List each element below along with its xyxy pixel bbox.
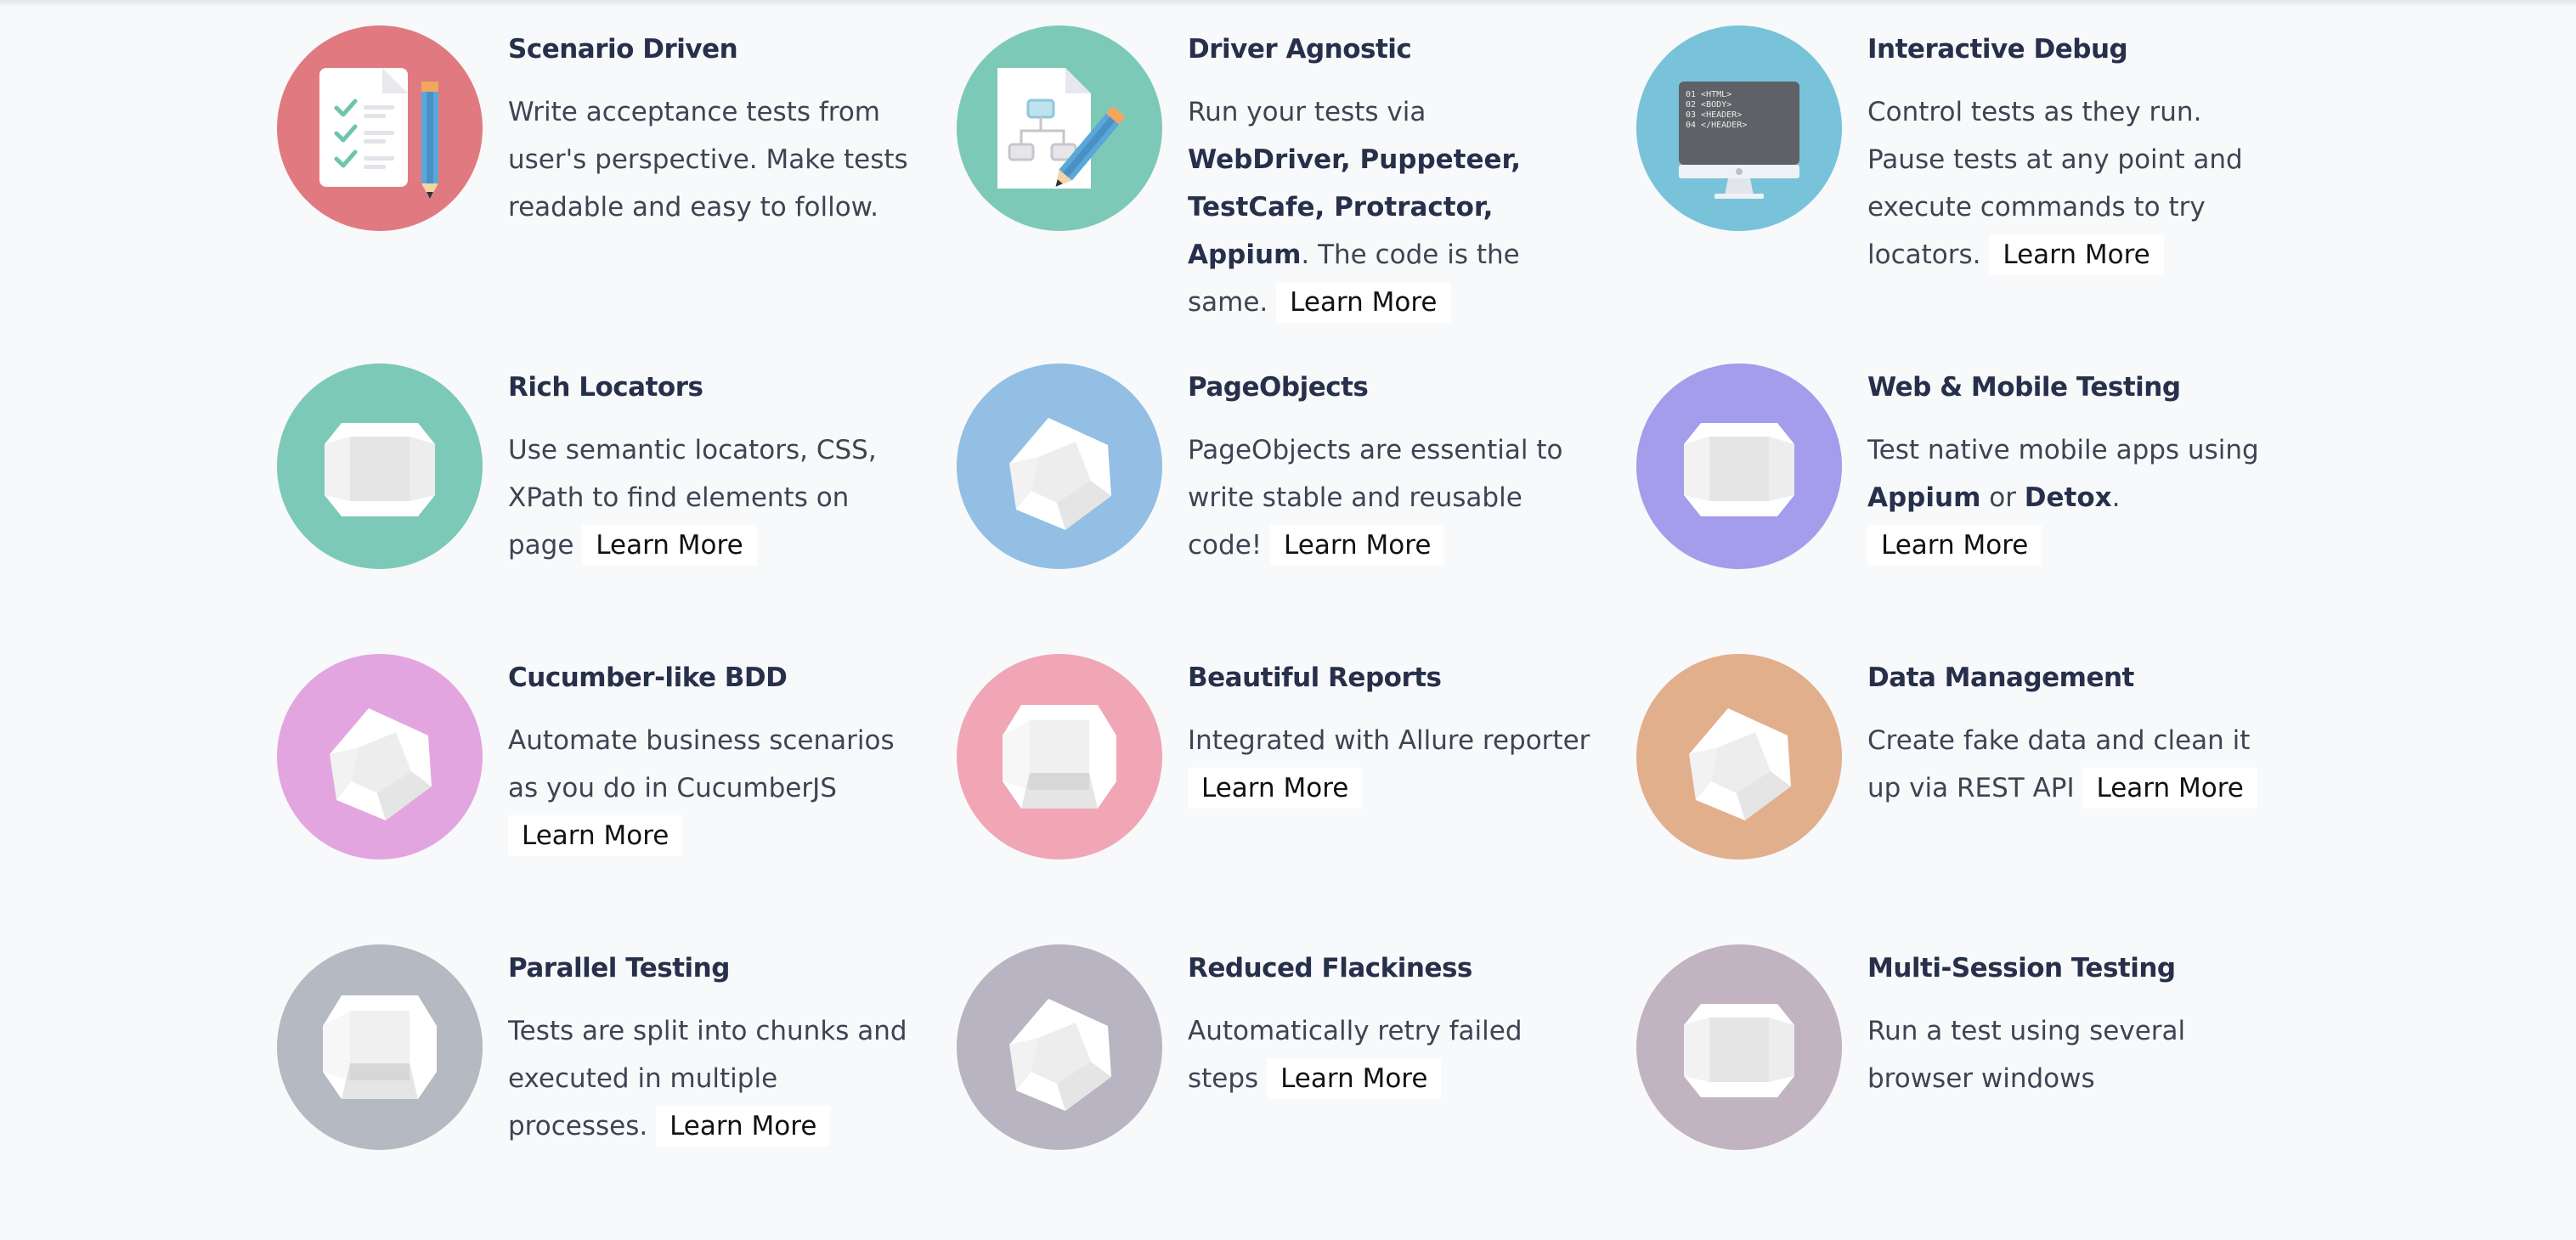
feature-icon-circle (957, 25, 1162, 231)
feature-title: PageObjects (1188, 372, 1369, 403)
feature-description-text: Run your tests via (1188, 97, 1426, 127)
feature-description-text: Integrated with Allure reporter (1188, 725, 1590, 756)
feature-description: Test native mobile apps using Appium or … (1867, 426, 2275, 569)
feature-description-text: Write acceptance tests from user's persp… (508, 97, 908, 223)
feature-description-text: . (2111, 482, 2121, 513)
feature-description: Integrated with Allure reporter Learn Mo… (1188, 717, 1596, 812)
feature-title: Reduced Flackiness (1188, 953, 1472, 984)
feature-description: Use semantic locators, CSS, XPath to fin… (508, 426, 916, 569)
feature-title: Rich Locators (508, 372, 703, 403)
learn-more-link[interactable]: Learn More (1188, 768, 1363, 809)
feature-description: Automate business scenarios as you do in… (508, 717, 916, 860)
feature-title: Multi-Session Testing (1867, 953, 2176, 984)
feature-title: Beautiful Reports (1188, 662, 1442, 693)
feature-title: Driver Agnostic (1188, 34, 1412, 65)
flat-gem-icon (323, 995, 437, 1099)
feature-icon-circle (277, 364, 483, 569)
feature-icon-circle (277, 25, 483, 231)
learn-more-link[interactable]: Learn More (1989, 234, 2164, 275)
feature-icon-circle (1636, 364, 1842, 569)
feature-description: Write acceptance tests from user's persp… (508, 88, 916, 231)
feature-description: Run your tests via WebDriver, Puppeteer,… (1188, 88, 1596, 326)
monitor-code-icon: 01 <HTML> 02 <BODY> 03 <HEADER> 04 </HEA… (1679, 82, 1799, 199)
feature-description: Automatically retry failed steps Learn M… (1188, 1007, 1596, 1102)
feature-title: Cucumber-like BDD (508, 662, 788, 693)
feature-description-emphasis: Appium (1867, 482, 1981, 513)
learn-more-link[interactable]: Learn More (1867, 525, 2042, 566)
feature-icon-circle (277, 654, 483, 860)
checklist-document-icon (319, 68, 438, 199)
hexagon-gem-icon (325, 423, 435, 516)
feature-icon-circle (1636, 654, 1842, 860)
feature-icon-circle (957, 944, 1162, 1150)
feature-title: Scenario Driven (508, 34, 738, 65)
feature-description-text: or (1980, 482, 2025, 513)
learn-more-link[interactable]: Learn More (2082, 768, 2257, 809)
hexagon-gem-icon (1684, 1004, 1794, 1097)
learn-more-link[interactable]: Learn More (582, 525, 757, 566)
tilted-gem-icon (1689, 708, 1791, 820)
feature-description-text: Run a test using several browser windows (1867, 1016, 2186, 1094)
tilted-gem-icon (1009, 418, 1111, 530)
svg-text:03 <HEADER>: 03 <HEADER> (1686, 110, 1742, 120)
feature-description: Run a test using several browser windows (1867, 1007, 2275, 1102)
feature-description-text: Automate business scenarios as you do in… (508, 725, 895, 803)
diagram-document-icon (997, 68, 1125, 189)
svg-text:01 <HTML>: 01 <HTML> (1686, 90, 1731, 99)
feature-description: PageObjects are essential to write stabl… (1188, 426, 1596, 569)
feature-title: Parallel Testing (508, 953, 730, 984)
tilted-gem-icon (1009, 999, 1111, 1111)
feature-description: Create fake data and clean it up via RES… (1867, 717, 2275, 812)
feature-description: Control tests as they run. Pause tests a… (1867, 88, 2275, 279)
feature-icon-circle (957, 654, 1162, 860)
svg-text:04 </HEADER>: 04 </HEADER> (1686, 121, 1747, 130)
feature-title: Data Management (1867, 662, 2134, 693)
tilted-gem-icon (330, 708, 432, 820)
feature-title: Interactive Debug (1867, 34, 2128, 65)
learn-more-link[interactable]: Learn More (1276, 282, 1451, 323)
feature-icon-circle (957, 364, 1162, 569)
learn-more-link[interactable]: Learn More (1267, 1058, 1442, 1099)
flat-gem-icon (1003, 705, 1116, 809)
feature-description-text: Test native mobile apps using (1867, 435, 2259, 465)
feature-icon-circle: 01 <HTML> 02 <BODY> 03 <HEADER> 04 </HEA… (1636, 25, 1842, 231)
learn-more-link[interactable]: Learn More (1270, 525, 1445, 566)
hexagon-gem-icon (1684, 423, 1794, 516)
learn-more-link[interactable]: Learn More (656, 1106, 831, 1147)
svg-text:02 <BODY>: 02 <BODY> (1686, 100, 1731, 110)
features-grid: Scenario Driven Write acceptance tests f… (0, 0, 2576, 1240)
feature-description: Tests are split into chunks and executed… (508, 1007, 916, 1150)
feature-title: Web & Mobile Testing (1867, 372, 2181, 403)
feature-icon-circle (277, 944, 483, 1150)
feature-icon-circle (1636, 944, 1842, 1150)
learn-more-link[interactable]: Learn More (508, 815, 683, 856)
feature-description-emphasis: Detox (2024, 482, 2112, 513)
